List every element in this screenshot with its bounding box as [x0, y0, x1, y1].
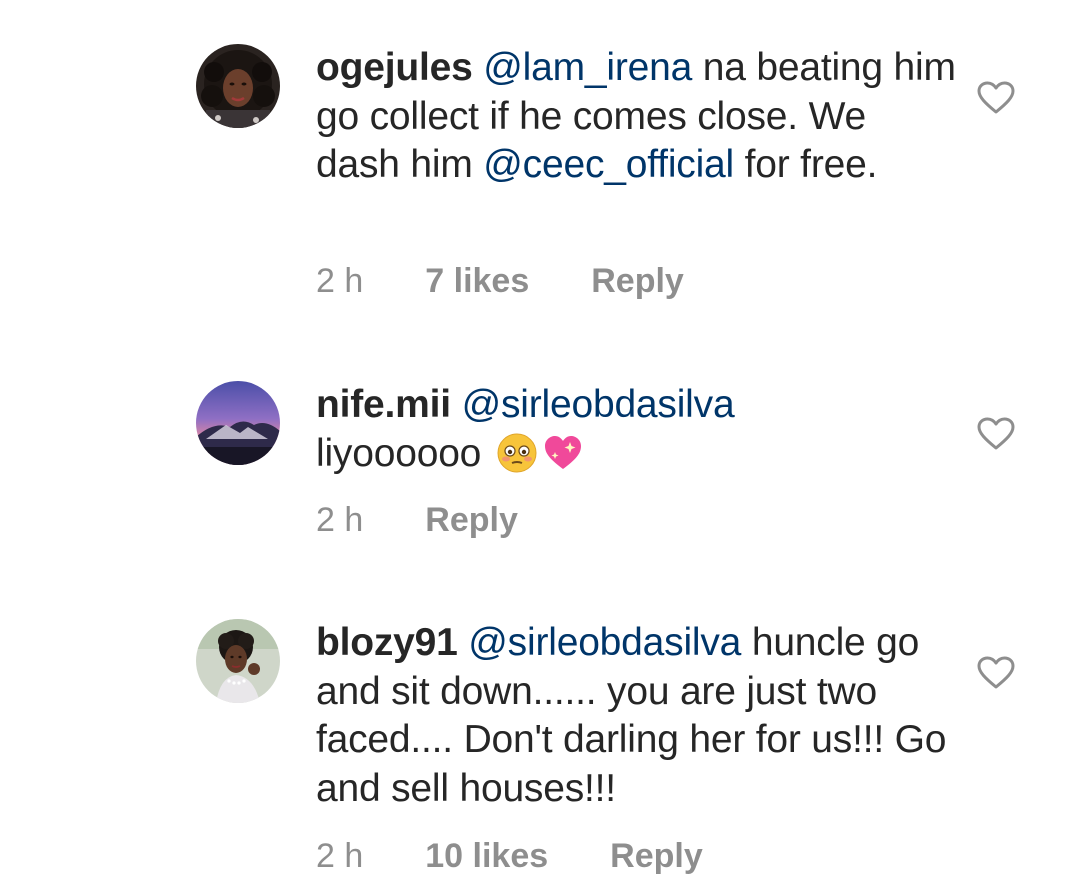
avatar-mountain-sunset-icon — [196, 381, 280, 465]
avatar-woman-short-hair-icon — [196, 619, 280, 703]
reply-button[interactable]: Reply — [610, 837, 703, 876]
mention-link[interactable]: @sirleobdasilva — [468, 621, 741, 664]
reply-button[interactable]: Reply — [425, 501, 518, 540]
avatar-woman-curly-hair-icon — [196, 44, 280, 128]
sparkling-heart-emoji — [542, 432, 584, 474]
mention-link[interactable]: @ceec_official — [483, 143, 734, 186]
comment-text: blozy91 @sirleobdasilva huncle go and si… — [316, 619, 956, 813]
avatar[interactable] — [196, 381, 280, 465]
comment-meta: 2 h Reply — [316, 501, 518, 540]
comment-username[interactable]: nife.mii — [316, 383, 451, 426]
reply-button[interactable]: Reply — [591, 262, 684, 301]
comment-username[interactable]: ogejules — [316, 46, 473, 89]
mention-link[interactable]: @lam_irena — [483, 46, 692, 89]
comment-text: ogejules @lam_irena na beating him go co… — [316, 44, 956, 190]
comment-time: 2 h — [316, 262, 364, 300]
heart-outline-icon[interactable] — [977, 417, 1015, 451]
comment-meta: 2 h 10 likes Reply — [316, 837, 703, 876]
comment-time: 2 h — [316, 837, 364, 875]
flushed-face-emoji — [496, 432, 538, 474]
comment-username[interactable]: blozy91 — [316, 621, 458, 664]
comment-time: 2 h — [316, 501, 364, 539]
avatar[interactable] — [196, 44, 280, 128]
comment-text: nife.mii @sirleobdasilva liyoooooo — [316, 381, 956, 478]
likes-count[interactable]: 10 likes — [425, 837, 548, 876]
avatar[interactable] — [196, 619, 280, 703]
comment-body: liyoooooo — [316, 431, 492, 475]
comment-meta: 2 h 7 likes Reply — [316, 262, 684, 301]
heart-outline-icon[interactable] — [977, 656, 1015, 690]
mention-link[interactable]: @sirleobdasilva — [462, 383, 735, 426]
likes-count[interactable]: 7 likes — [425, 262, 529, 301]
comment-body: for free. — [734, 143, 878, 186]
heart-outline-icon[interactable] — [977, 81, 1015, 115]
